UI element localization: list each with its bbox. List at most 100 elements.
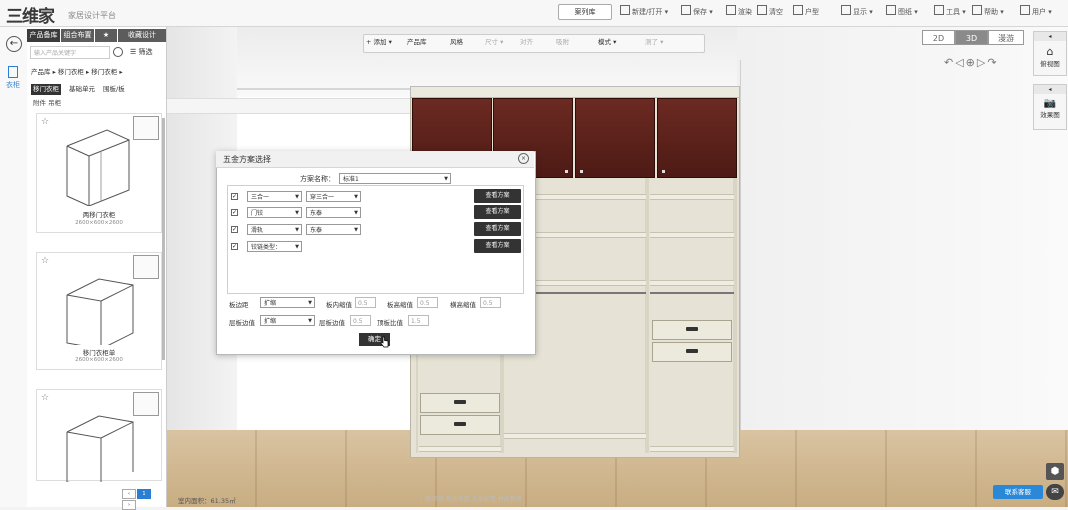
view-3d-button[interactable]: 3D — [955, 30, 988, 45]
view-scheme-button[interactable]: 查看方案 — [474, 239, 521, 253]
view-3d-label: 3D — [965, 34, 978, 43]
hardware-brand-select[interactable]: 东泰 ▼ — [306, 224, 361, 235]
render-button[interactable]: 渲染 — [726, 5, 752, 19]
tools-menu[interactable]: 工具 ▾ — [934, 5, 966, 19]
hardware-type-select[interactable]: 滑轨 ▼ — [247, 224, 302, 235]
tab-favorite-star-icon[interactable]: ★ — [95, 29, 117, 42]
drawings-menu[interactable]: 图纸 ▾ — [886, 5, 918, 19]
3d-cube-icon[interactable]: ⬢ — [1046, 463, 1064, 480]
tab-combination[interactable]: 组合布置 — [61, 29, 94, 42]
drawer[interactable] — [420, 415, 500, 435]
view-scheme-button[interactable]: 查看方案 — [474, 205, 521, 219]
expand-icon[interactable]: ◂ — [1034, 32, 1066, 41]
product-size: 2600×600×2600 — [75, 357, 123, 363]
filter-button[interactable]: ☰ 筛选 — [130, 47, 153, 57]
shelf — [419, 446, 501, 452]
clear-button[interactable]: 清空 — [757, 5, 783, 19]
save-menu[interactable]: 保存 ▾ — [681, 5, 713, 19]
row-checkbox[interactable]: ✓ — [231, 243, 238, 250]
next-page-button[interactable]: › — [122, 500, 136, 510]
size-tool[interactable]: 尺寸 ▾ — [485, 37, 503, 47]
new-open-menu[interactable]: 新建/打开 ▾ — [620, 5, 668, 19]
row-checkbox[interactable]: ✓ — [231, 226, 238, 233]
field-select-value: 扩缩 — [264, 300, 277, 307]
category-tab-panel[interactable]: 围板/板 — [101, 84, 127, 95]
favorite-star-icon[interactable]: ☆ — [41, 393, 49, 403]
hardware-brand-select[interactable]: 穿三合一 ▼ — [306, 191, 361, 202]
hardware-type-select[interactable]: 门铰 ▼ — [247, 207, 302, 218]
drawer[interactable] — [420, 393, 500, 413]
category-tab-base-unit[interactable]: 基础单元 — [67, 84, 97, 95]
rail-tab-wardrobe[interactable]: 衣柜 — [2, 66, 24, 90]
favorite-star-icon[interactable]: ☆ — [41, 117, 49, 127]
field-select[interactable]: 扩缩 ▼ — [260, 297, 315, 308]
back-icon[interactable]: ← — [6, 36, 22, 52]
row-checkbox[interactable]: ✓ — [231, 209, 238, 216]
top-view-box[interactable]: ◂ ⌂ 俯视图 — [1033, 31, 1067, 76]
case-library-button[interactable]: 案列库 — [558, 4, 612, 20]
tab-saved-designs[interactable]: 收藏设计 — [118, 29, 166, 42]
scheme-select[interactable]: 标准1 ▼ — [339, 173, 451, 184]
align-tool[interactable]: 对齐 — [520, 37, 533, 47]
snap-tool[interactable]: 吸附 — [556, 37, 569, 47]
field-select[interactable]: 扩缩 ▼ — [260, 315, 315, 326]
wardrobe-drawing — [66, 278, 134, 345]
breadcrumb[interactable]: 产品库 ▸ 移门衣柜 ▸ 移门衣柜 ▸ — [31, 66, 123, 76]
customer-service-button[interactable]: 联系客服 — [993, 485, 1043, 499]
view-2d-button[interactable]: 2D — [922, 30, 955, 45]
product-library-tool[interactable]: 产品库 — [407, 37, 427, 47]
drawer[interactable] — [652, 342, 732, 362]
product-card[interactable]: ☆ — [36, 389, 162, 482]
help-menu[interactable]: 帮助 ▾ — [972, 5, 1004, 19]
display-menu[interactable]: 显示 ▾ — [841, 5, 873, 19]
field-number-input[interactable]: 0.5 — [355, 297, 376, 308]
filter-label: 筛选 — [138, 48, 153, 56]
upper-door[interactable] — [575, 98, 655, 178]
close-icon[interactable]: × — [518, 153, 529, 164]
style-tool[interactable]: 风格 — [450, 37, 463, 47]
wardrobe-drawing — [66, 129, 130, 206]
wardrobe-divider — [733, 178, 737, 453]
hardware-brand-select[interactable]: 东泰 ▼ — [306, 207, 361, 218]
field-number-input[interactable]: 0.5 — [417, 297, 438, 308]
view-2d-label: 2D — [932, 34, 945, 43]
tab-product-library[interactable]: 产品备库 — [27, 29, 60, 42]
camera-nav-icon[interactable]: ↶◁⊕▷↷ — [944, 56, 999, 69]
add-tool[interactable]: + 添加 ▾ — [366, 37, 392, 47]
category-tab-sliding[interactable]: 移门衣柜 — [31, 84, 61, 95]
floor-plan-button-label: 户型 — [805, 8, 819, 16]
expand-icon[interactable]: ◂ — [1034, 85, 1066, 94]
view-scheme-button[interactable]: 查看方案 — [474, 189, 521, 203]
product-card[interactable]: ☆ 两移门衣柜 2600×600×2600 — [36, 113, 162, 233]
prev-page-button[interactable]: ‹ — [122, 489, 136, 499]
hardware-type-select[interactable]: 三合一 ▼ — [247, 191, 302, 202]
drawer[interactable] — [652, 320, 732, 340]
mode-tool[interactable]: 模式 ▾ — [598, 37, 616, 47]
field-number-input[interactable]: 0.5 — [480, 297, 501, 308]
right-wall — [737, 27, 1068, 487]
category-tabs-secondary[interactable]: 附件 吊柜 — [33, 97, 61, 107]
render-box[interactable]: ◂ 📷 效果图 — [1033, 84, 1067, 130]
hanging-rod — [650, 292, 734, 294]
search-input[interactable]: 输入产品关键字 — [30, 46, 110, 59]
hardware-type-value: 滑轨 — [251, 227, 264, 234]
row-checkbox[interactable]: ✓ — [231, 193, 238, 200]
floor-plan-button[interactable]: 户型 — [793, 5, 819, 19]
panel-scrollbar[interactable] — [162, 118, 165, 360]
render-icon — [726, 5, 736, 15]
chat-icon[interactable]: ✉ — [1046, 484, 1064, 500]
page-number[interactable]: 1 — [137, 489, 151, 499]
favorite-star-icon[interactable]: ☆ — [41, 256, 49, 266]
view-scheme-button[interactable]: 查看方案 — [474, 222, 521, 236]
hardware-type-select[interactable]: 铰链类型： ▼ — [247, 241, 302, 252]
roam-button[interactable]: 漫游 — [988, 30, 1024, 45]
measure-tool[interactable]: 测了 ▾ — [645, 37, 663, 47]
app-logo[interactable]: 三维家 — [6, 2, 55, 27]
field-number-input[interactable]: 0.5 — [350, 315, 371, 326]
user-menu[interactable]: 用户 ▾ — [1020, 5, 1052, 19]
field-number-input[interactable]: 1.5 — [408, 315, 429, 326]
search-icon[interactable] — [113, 47, 123, 57]
product-card[interactable]: ☆ 移门衣柜单 2600×600×2600 — [36, 252, 162, 370]
field-label: 板高缩值 — [387, 301, 413, 309]
upper-door[interactable] — [657, 98, 737, 178]
